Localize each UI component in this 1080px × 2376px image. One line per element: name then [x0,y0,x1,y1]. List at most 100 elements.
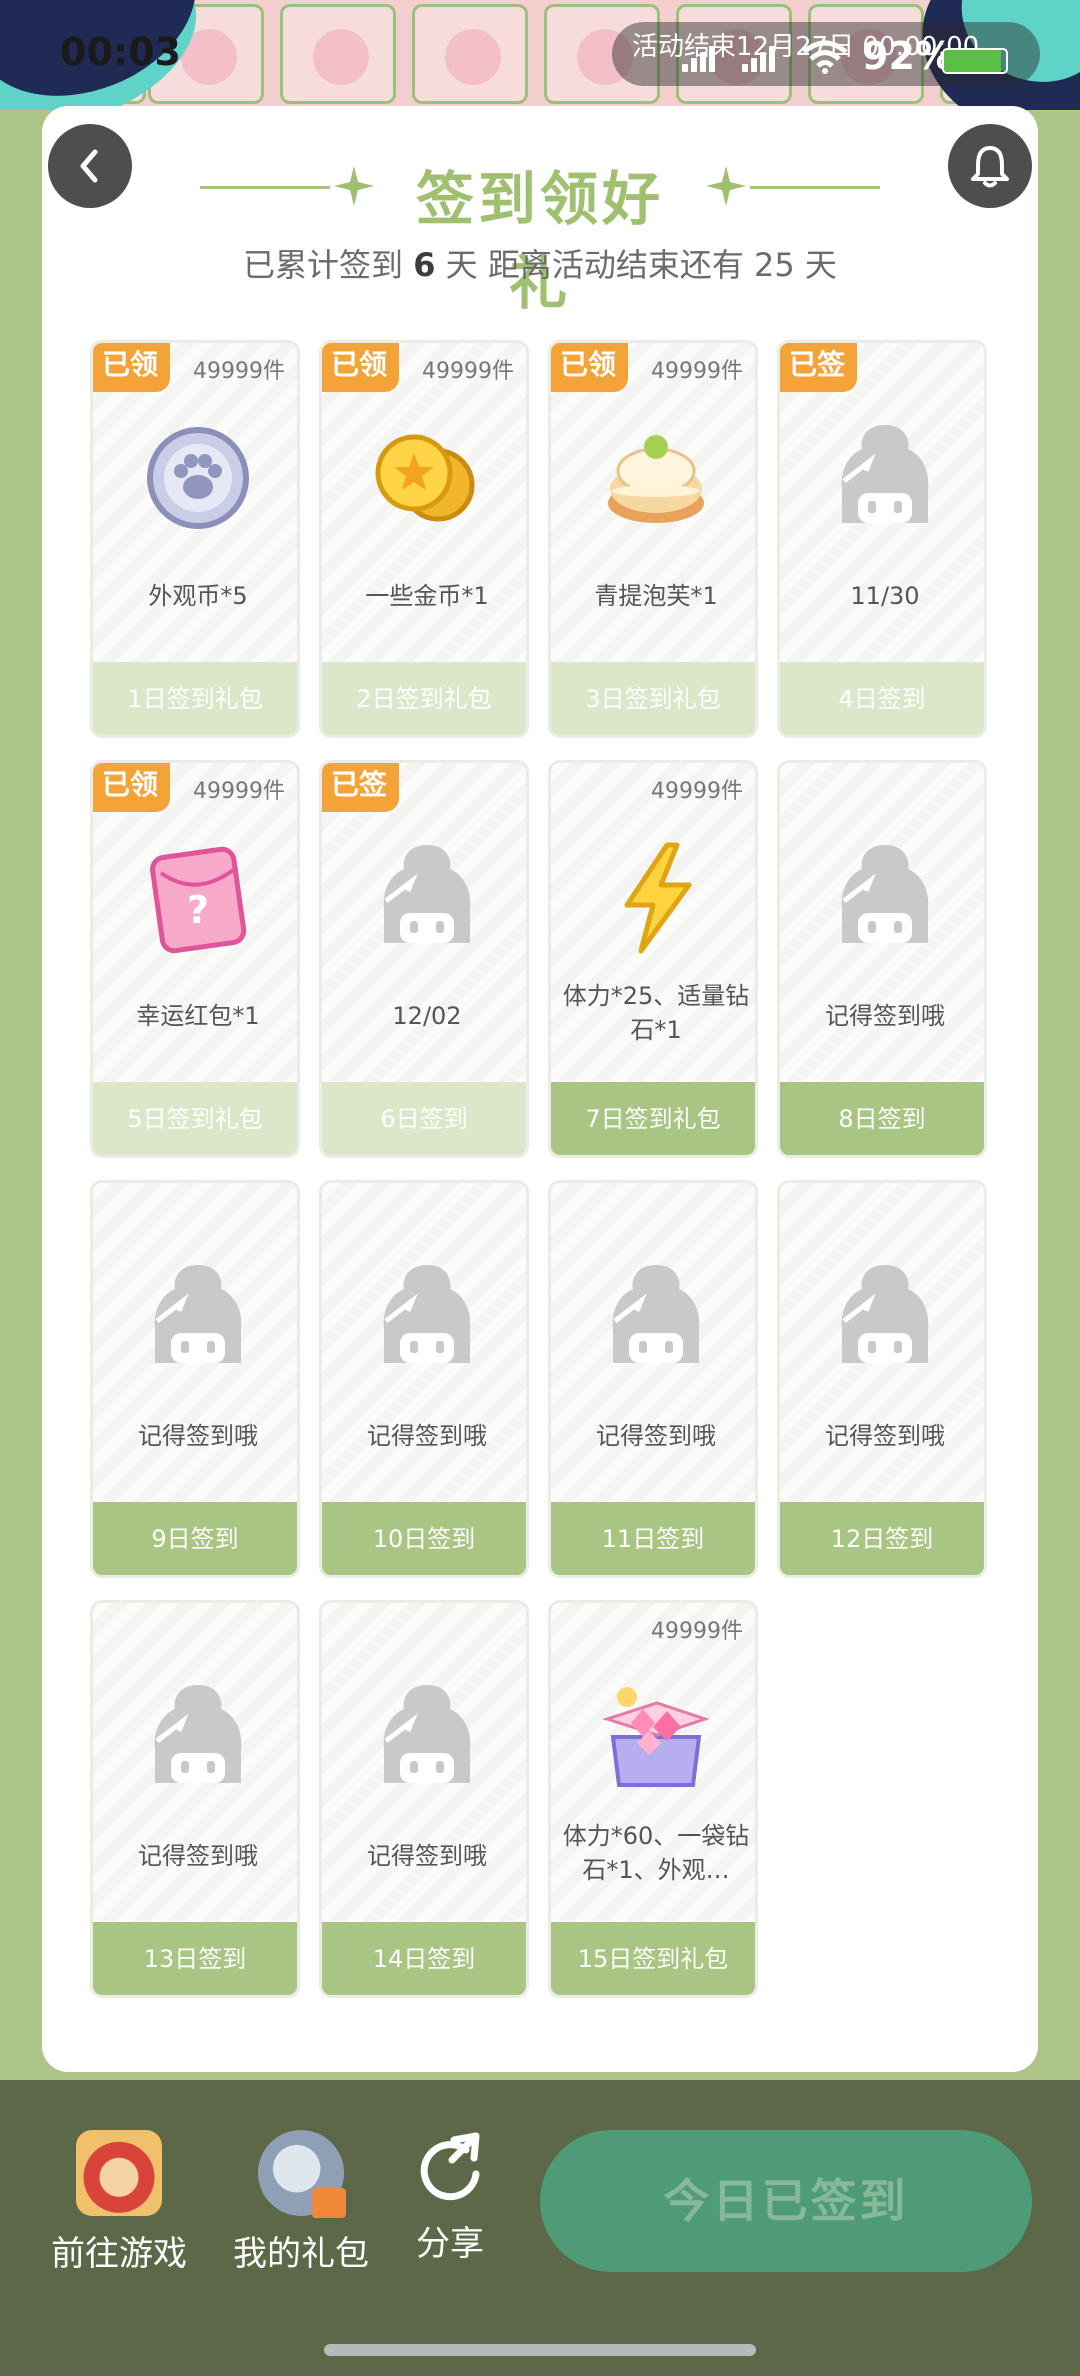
day-label: 2日签到礼包 [322,662,526,735]
stock-count: 49999件 [651,779,743,804]
placeholder-character-icon [368,839,486,957]
goto-game-button[interactable]: 前往游戏 [44,2130,194,2275]
reward-tile[interactable]: 记得签到哦 10日签到 [319,1180,529,1578]
signed-days-count: 6 [413,246,436,284]
reward-name: 记得签到哦 [825,1422,945,1450]
day-label: 11日签到 [551,1502,755,1575]
status-badge: 已领 [322,343,399,392]
signal-icon [742,44,782,72]
game-app-icon [76,2130,162,2216]
reward-tile[interactable]: 49999件体力*25、适量钻石*1 7日签到礼包 [548,760,758,1158]
reward-name: 一些金币*1 [365,582,489,610]
reward-tile[interactable]: 49999件体力*60、一袋钻石*1、外观… 15日签到礼包 [548,1600,758,1998]
day-label: 3日签到礼包 [551,662,755,735]
reward-tile[interactable]: 记得签到哦 11日签到 [548,1180,758,1578]
day-label: 8日签到 [780,1082,984,1155]
banner-tile [412,4,528,104]
lucky-envelope-icon: ? [139,839,257,957]
paw-coin-icon [139,419,257,537]
status-badge: 已签 [322,763,399,812]
day-label: 9日签到 [93,1502,297,1575]
share-icon [420,2132,480,2201]
reward-name: 记得签到哦 [825,1002,945,1030]
reward-name: 11/30 [850,582,920,610]
placeholder-character-icon [139,1259,257,1377]
status-badge: 已领 [93,343,170,392]
placeholder-character-icon [826,1259,944,1377]
status-badge: 已签 [780,343,857,392]
reward-tile[interactable]: 记得签到哦 12日签到 [777,1180,987,1578]
reward-grid: 已领 49999件 外观币*5 1日签到礼包 已领 49999件 一些金币*1 2日签到礼包已… [90,340,990,1998]
days-left-count: 25 [754,246,795,284]
reward-name: 记得签到哦 [138,1842,258,1870]
day-label: 15日签到礼包 [551,1922,755,1995]
placeholder-character-icon [368,1259,486,1377]
status-bar-right: 活动结束12月27日 00:00:00 92% [612,22,1040,86]
day-label: 13日签到 [93,1922,297,1995]
checkin-summary: 已累计签到 6 天 距离活动结束还有 25 天 [42,240,1038,286]
status-badge: 已领 [551,343,628,392]
reward-tile[interactable]: 记得签到哦 14日签到 [319,1600,529,1998]
reward-name: 12/02 [392,1002,462,1030]
battery-percent: 92% [862,34,953,78]
signal-icon [682,44,722,72]
page-title: 签到领好礼 [415,165,664,317]
day-label: 10日签到 [322,1502,526,1575]
share-button[interactable]: 分享 [410,2130,490,2265]
lightning-energy-icon [597,839,715,957]
reward-name: 幸运红包*1 [136,1002,260,1030]
gift-pack-icon [258,2130,346,2218]
reward-name: 体力*60、一袋钻石*1、外观… [562,1822,750,1884]
sparkle-icon [334,166,374,206]
signed-today-button[interactable]: 今日已签到 [540,2130,1032,2272]
home-indicator[interactable] [324,2344,756,2356]
summary-suffix: 天 [804,246,837,284]
reward-tile[interactable]: 已领 49999件 外观币*5 1日签到礼包 [90,340,300,738]
summary-prefix: 已累计签到 [243,246,404,284]
placeholder-character-icon [597,1259,715,1377]
day-label: 7日签到礼包 [551,1082,755,1155]
summary-mid: 天 距离活动结束还有 [445,246,744,284]
placeholder-character-icon [139,1679,257,1797]
bell-icon [971,146,1009,188]
reward-tile[interactable]: 已签 12/02 6日签到 [319,760,529,1158]
day-label: 12日签到 [780,1502,984,1575]
svg-text:?: ? [187,888,209,932]
title-section: 签到领好礼 [200,146,880,317]
chevron-left-icon [80,149,98,183]
reward-tile[interactable]: 记得签到哦 9日签到 [90,1180,300,1578]
placeholder-character-icon [368,1679,486,1797]
wifi-icon [802,40,848,74]
gem-gift-box-icon [597,1679,715,1797]
reward-tile[interactable]: 记得签到哦 13日签到 [90,1600,300,1998]
reward-tile[interactable]: 已领 49999件 青提泡芙*1 3日签到礼包 [548,340,758,738]
stock-count: 49999件 [193,359,285,384]
sparkle-icon [706,166,746,206]
reward-name: 记得签到哦 [596,1422,716,1450]
status-badge: 已领 [93,763,170,812]
banner-tile [280,4,396,104]
battery-icon [942,48,1008,74]
reward-name: 体力*25、适量钻石*1 [562,982,750,1044]
placeholder-character-icon [826,419,944,537]
stock-count: 49999件 [422,359,514,384]
day-label: 6日签到 [322,1082,526,1155]
reward-name: 记得签到哦 [138,1422,258,1450]
reward-name: 记得签到哦 [367,1842,487,1870]
reward-tile[interactable]: 已领 49999件? 幸运红包*1 5日签到礼包 [90,760,300,1158]
my-gifts-button[interactable]: 我的礼包 [226,2130,376,2275]
back-button[interactable] [48,124,132,208]
stock-count: 49999件 [193,779,285,804]
reward-tile[interactable]: 已签 11/30 4日签到 [777,340,987,738]
reward-tile[interactable]: 记得签到哦 8日签到 [777,760,987,1158]
notification-button[interactable] [948,124,1032,208]
cream-puff-icon [597,419,715,537]
gold-coins-icon [368,419,486,537]
day-label: 1日签到礼包 [93,662,297,735]
stock-count: 49999件 [651,1619,743,1644]
reward-name: 青提泡芙*1 [594,582,718,610]
day-label: 14日签到 [322,1922,526,1995]
reward-tile[interactable]: 已领 49999件一些金币*1 2日签到礼包 [319,340,529,738]
placeholder-character-icon [826,839,944,957]
share-label: 分享 [416,2224,484,2264]
